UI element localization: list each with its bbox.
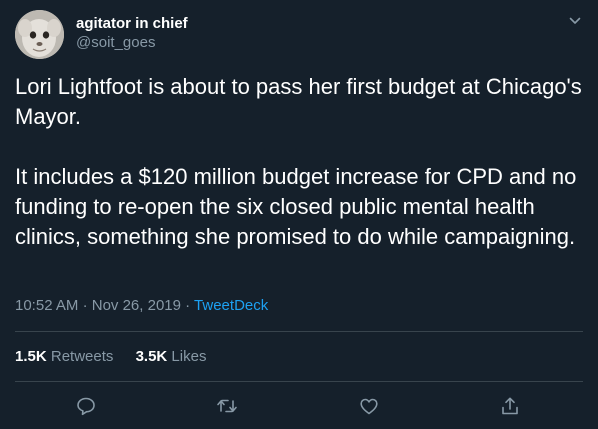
- engagement-stats: 1.5K Retweets 3.5K Likes: [15, 347, 224, 367]
- reply-icon: [77, 397, 95, 416]
- tweet-meta: 10:52 AM · Nov 26, 2019 · TweetDeck: [15, 296, 268, 316]
- user-handle[interactable]: @soit_goes: [76, 34, 155, 52]
- chevron-down-icon: [569, 17, 581, 24]
- likes-label: Likes: [171, 348, 207, 365]
- retweets-label: Retweets: [50, 348, 114, 365]
- retweets-stat[interactable]: 1.5K Retweets: [15, 347, 113, 367]
- meta-separator: ·: [82, 297, 88, 314]
- tweet-paragraph: It includes a $120 million budget increa…: [15, 164, 577, 249]
- tweet-time[interactable]: 10:52 AM: [15, 297, 78, 314]
- retweet-button[interactable]: [215, 394, 239, 418]
- divider: [15, 331, 583, 332]
- meta-separator: ·: [185, 297, 191, 314]
- retweets-count: 1.5K: [15, 348, 47, 365]
- divider: [15, 381, 583, 382]
- tweet-text: Lori Lightfoot is about to pass her firs…: [15, 72, 585, 252]
- tweet-card: agitator in chief @soit_goes Lori Lightf…: [0, 0, 598, 429]
- like-icon: [360, 398, 378, 415]
- share-icon: [502, 397, 518, 415]
- more-options-button[interactable]: [566, 12, 584, 30]
- action-bar: [0, 390, 598, 422]
- avatar[interactable]: [15, 10, 64, 59]
- display-name[interactable]: agitator in chief: [76, 15, 188, 33]
- likes-count: 3.5K: [135, 348, 168, 365]
- retweet-icon: [217, 399, 237, 413]
- likes-stat[interactable]: 3.5K Likes: [136, 347, 207, 367]
- share-button[interactable]: [498, 394, 522, 418]
- tweet-date[interactable]: Nov 26, 2019: [92, 297, 181, 314]
- avatar-face-icon: [15, 10, 64, 59]
- like-button[interactable]: [357, 394, 381, 418]
- reply-button[interactable]: [74, 394, 98, 418]
- tweet-source-link[interactable]: TweetDeck: [194, 297, 268, 314]
- tweet-paragraph: Lori Lightfoot is about to pass her firs…: [15, 74, 582, 129]
